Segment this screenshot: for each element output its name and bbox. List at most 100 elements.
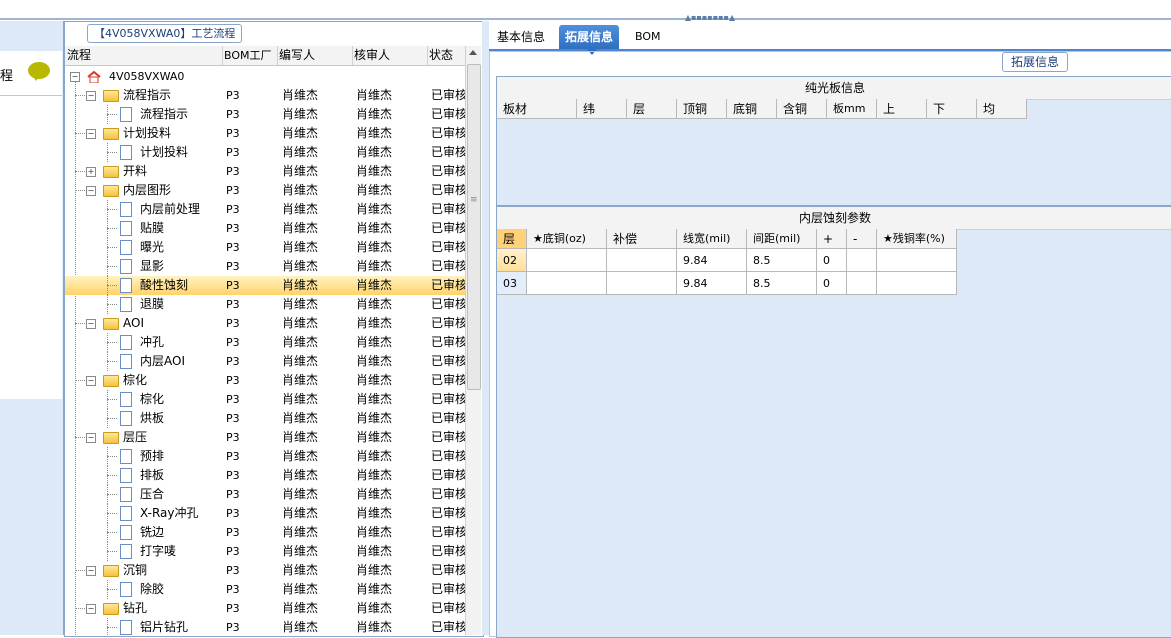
inner-etch-column-header[interactable]: + (817, 229, 847, 249)
inner-etch-cell[interactable] (527, 249, 607, 272)
column-header[interactable]: BOM工厂 (222, 46, 278, 65)
tab-bom[interactable]: BOM (629, 25, 667, 49)
tree-step-name: 流程指示 (123, 88, 172, 102)
tree-branch-line (107, 418, 117, 419)
tree-step-row[interactable]: 冲孔 P3 肖维杰 肖维杰 已审核 (65, 333, 465, 352)
inner-etch-cell[interactable]: 8.5 (747, 249, 817, 272)
reviewer-cell: 肖维杰 (356, 601, 393, 615)
inner-etch-cell[interactable] (847, 249, 877, 272)
inner-etch-cell[interactable] (877, 249, 957, 272)
inner-etch-column-header[interactable]: 层 (497, 229, 527, 249)
tree-group-row[interactable]: − 沉铜 P3 肖维杰 肖维杰 已审核 (65, 561, 465, 580)
inner-etch-row-header[interactable]: 03 (497, 272, 527, 295)
column-header[interactable]: 流程 (65, 46, 223, 65)
tree-step-name: 打字唛 (140, 544, 177, 558)
column-header[interactable]: 编写人 (277, 46, 353, 65)
tree-group-row[interactable]: − 内层图形 P3 肖维杰 肖维杰 已审核 (65, 181, 465, 200)
plain-board-column-header[interactable]: 顶铜 (677, 99, 727, 119)
left-pane-row[interactable]: 程 (0, 51, 62, 96)
tree-step-row[interactable]: 棕化 P3 肖维杰 肖维杰 已审核 (65, 390, 465, 409)
plain-board-column-header[interactable]: 纬 (577, 99, 627, 119)
tree-step-row[interactable]: 烘板 P3 肖维杰 肖维杰 已审核 (65, 409, 465, 428)
collapse-icon[interactable]: − (86, 91, 96, 101)
column-header[interactable]: 核审人 (352, 46, 428, 65)
tree-step-row[interactable]: 打字唛 P3 肖维杰 肖维杰 已审核 (65, 542, 465, 561)
tree-root-row[interactable]: −4V058VXWA0 (65, 67, 465, 86)
plain-board-column-header[interactable]: 上 (877, 99, 927, 119)
tree-group-row[interactable]: − 棕化 P3 肖维杰 肖维杰 已审核 (65, 371, 465, 390)
column-header[interactable]: 状态 (427, 46, 465, 65)
collapse-icon[interactable]: − (86, 129, 96, 139)
tree-group-row[interactable]: − AOI P3 肖维杰 肖维杰 已审核 (65, 314, 465, 333)
tree-step-row[interactable]: 除胶 P3 肖维杰 肖维杰 已审核 (65, 580, 465, 599)
chat-bubble-icon[interactable] (28, 62, 50, 81)
status-cell: 已审核 (431, 563, 465, 577)
vertical-splitter[interactable] (482, 21, 489, 635)
tree-step-row[interactable]: 铝片钻孔 P3 肖维杰 肖维杰 已审核 (65, 618, 465, 635)
plain-board-column-header[interactable]: 层 (627, 99, 677, 119)
inner-etch-cell[interactable] (847, 272, 877, 295)
tree-step-row[interactable]: 内层AOI P3 肖维杰 肖维杰 已审核 (65, 352, 465, 371)
inner-etch-row-header[interactable]: 02 (497, 249, 527, 272)
tab-extended-info[interactable]: 拓展信息 (559, 25, 620, 55)
collapse-icon[interactable]: − (86, 566, 96, 576)
tree-step-row[interactable]: 压合 P3 肖维杰 肖维杰 已审核 (65, 485, 465, 504)
inner-etch-column-header[interactable]: ★底铜(oz) (527, 229, 607, 249)
expand-icon[interactable]: + (86, 167, 96, 177)
plain-board-column-header[interactable]: 板mm (827, 99, 877, 119)
tree-step-row[interactable]: 曝光 P3 肖维杰 肖维杰 已审核 (65, 238, 465, 257)
tree-group-row[interactable]: − 流程指示 P3 肖维杰 肖维杰 已审核 (65, 86, 465, 105)
status-cell: 已审核 (431, 297, 465, 311)
tree-step-row[interactable]: 酸性蚀刻 P3 肖维杰 肖维杰 已审核 (65, 276, 465, 295)
tree-step-row[interactable]: 排板 P3 肖维杰 肖维杰 已审核 (65, 466, 465, 485)
tree-step-row[interactable]: 退膜 P3 肖维杰 肖维杰 已审核 (65, 295, 465, 314)
tree-step-row[interactable]: 流程指示 P3 肖维杰 肖维杰 已审核 (65, 105, 465, 124)
tab-basic-info[interactable]: 基本信息 (491, 25, 551, 49)
scroll-up-arrow-icon[interactable] (469, 50, 477, 55)
inner-etch-column-header[interactable]: ★残铜率(%) (877, 229, 957, 249)
collapse-icon[interactable]: − (86, 186, 96, 196)
tree-vertical-scrollbar[interactable] (465, 46, 481, 635)
tree-group-row[interactable]: − 计划投料 P3 肖维杰 肖维杰 已审核 (65, 124, 465, 143)
tree-step-name: 计划投料 (140, 145, 189, 159)
plain-board-column-header[interactable]: 底铜 (727, 99, 777, 119)
inner-etch-cell[interactable]: 0 (817, 272, 847, 295)
collapse-icon[interactable]: − (86, 433, 96, 443)
inner-etch-column-header[interactable]: 线宽(mil) (677, 229, 747, 249)
tree-branch-line (107, 285, 117, 286)
inner-etch-cell[interactable]: 0 (817, 249, 847, 272)
tree-step-row[interactable]: 内层前处理 P3 肖维杰 肖维杰 已审核 (65, 200, 465, 219)
tree-step-row[interactable]: X-Ray冲孔 P3 肖维杰 肖维杰 已审核 (65, 504, 465, 523)
inner-etch-cell[interactable]: 9.84 (677, 272, 747, 295)
reviewer-cell: 肖维杰 (356, 487, 393, 501)
collapse-icon[interactable]: − (86, 376, 96, 386)
inner-etch-cell[interactable] (607, 249, 677, 272)
writer-cell: 肖维杰 (282, 563, 319, 577)
tree-step-row[interactable]: 显影 P3 肖维杰 肖维杰 已审核 (65, 257, 465, 276)
scroll-thumb[interactable] (467, 64, 481, 390)
collapse-icon[interactable]: − (86, 604, 96, 614)
inner-etch-column-header[interactable]: - (847, 229, 877, 249)
inner-etch-column-header[interactable]: 间距(mil) (747, 229, 817, 249)
inner-etch-column-header[interactable]: 补偿 (607, 229, 677, 249)
inner-etch-cell[interactable]: 9.84 (677, 249, 747, 272)
tree-step-row[interactable]: 贴膜 P3 肖维杰 肖维杰 已审核 (65, 219, 465, 238)
plain-board-column-header[interactable]: 下 (927, 99, 977, 119)
tree-step-row[interactable]: 预排 P3 肖维杰 肖维杰 已审核 (65, 447, 465, 466)
writer-cell: 肖维杰 (282, 278, 319, 292)
plain-board-column-header[interactable]: 均 (977, 99, 1027, 119)
tree-step-row[interactable]: 计划投料 P3 肖维杰 肖维杰 已审核 (65, 143, 465, 162)
tree-group-row[interactable]: − 层压 P3 肖维杰 肖维杰 已审核 (65, 428, 465, 447)
tree-step-row[interactable]: 铣边 P3 肖维杰 肖维杰 已审核 (65, 523, 465, 542)
collapse-icon[interactable]: − (86, 319, 96, 329)
inner-etch-cell[interactable] (527, 272, 607, 295)
tree-step-name: 显影 (140, 259, 165, 273)
reviewer-cell: 肖维杰 (356, 278, 393, 292)
plain-board-column-header[interactable]: 含铜 (777, 99, 827, 119)
inner-etch-cell[interactable] (877, 272, 957, 295)
tree-group-row[interactable]: − 钻孔 P3 肖维杰 肖维杰 已审核 (65, 599, 465, 618)
inner-etch-cell[interactable]: 8.5 (747, 272, 817, 295)
inner-etch-cell[interactable] (607, 272, 677, 295)
plain-board-column-header[interactable]: 板材 (497, 99, 577, 119)
tree-group-row[interactable]: + 开料 P3 肖维杰 肖维杰 已审核 (65, 162, 465, 181)
